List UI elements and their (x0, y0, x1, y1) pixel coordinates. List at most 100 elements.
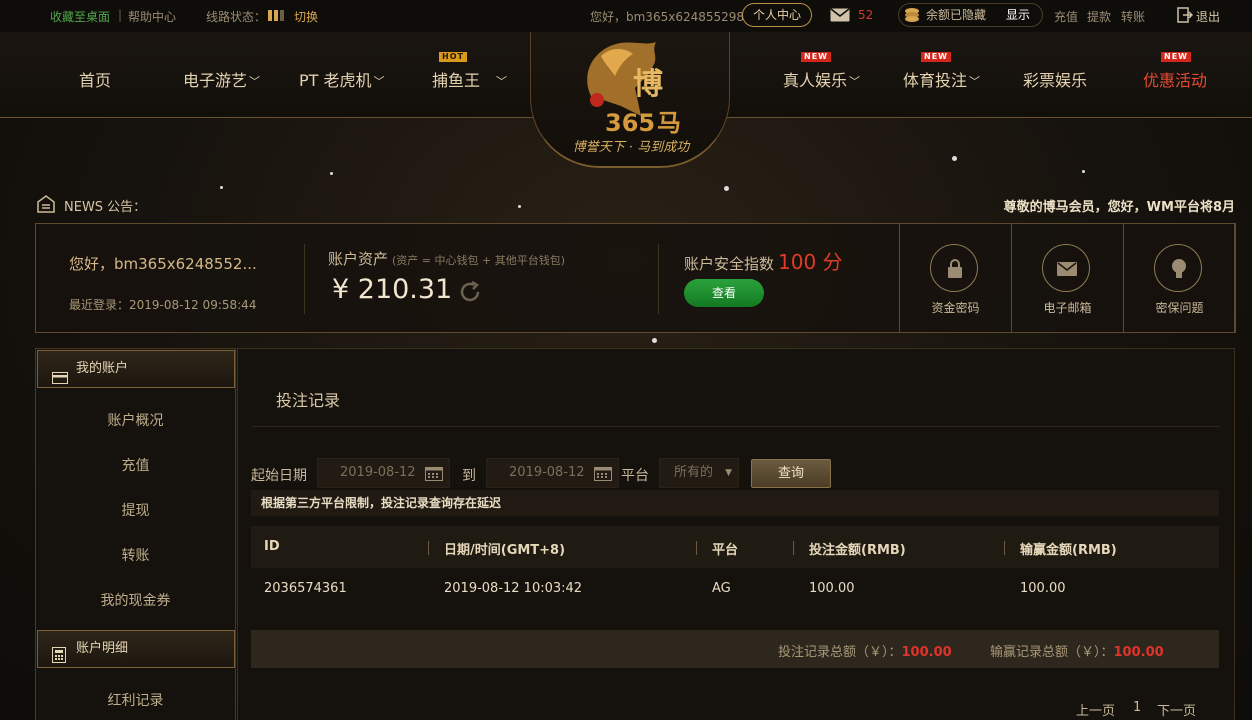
horse-logo-icon: 博 365 马 (587, 42, 681, 136)
sidebar-item-transfer[interactable]: 转账 (36, 545, 235, 565)
total-win-value: 100.00 (1113, 645, 1164, 660)
bookmark-link[interactable]: 收藏至桌面 (50, 8, 110, 25)
balance-hidden-text: 余额已隐藏 (926, 8, 987, 22)
bet-records-panel: 投注记录 起始日期 2019-08-12 到 2019-08-12 平台 所有的… (237, 348, 1235, 720)
total-bet: 投注记录总额（￥）：100.00 (778, 641, 952, 660)
security-label: 账户安全指数 (684, 255, 775, 273)
logout-icon[interactable] (1177, 7, 1194, 26)
cell-id: 2036574361 (264, 581, 347, 596)
column-divider (1004, 541, 1005, 555)
account-sidebar: 我的账户 账户概况 充值 提现 转账 我的现金券 账户明细 红利记录 (35, 348, 236, 720)
sidebar-header-label: 我的账户 (76, 361, 129, 376)
nav-promotions[interactable]: 优惠活动 (1143, 67, 1207, 91)
sparkle (652, 338, 657, 343)
announcement-icon (36, 194, 56, 218)
sidebar-item-bonus-records[interactable]: 红利记录 (36, 690, 235, 710)
nav-fishing-label: 捕鱼王 (432, 71, 481, 90)
sidebar-header-label: 账户明细 (76, 641, 129, 656)
card-icon (52, 363, 68, 399)
show-balance-button[interactable]: 显示 (1006, 4, 1030, 26)
top-bar: 收藏至桌面 | 帮助中心 线路状态： 切换 您好，bm365x624855298… (0, 0, 1252, 32)
sidebar-header-my-account[interactable]: 我的账户 (37, 350, 235, 388)
mail-icon[interactable] (830, 8, 850, 25)
sidebar-item-coupons[interactable]: 我的现金券 (36, 590, 235, 610)
nav-pt-slots[interactable]: PT 老虎机 ﹀ (299, 67, 385, 91)
table-header: ID 日期/时间(GMT+8) 平台 投注金额(RMB) 输赢金额(RMB) (251, 526, 1219, 568)
fund-password-label: 资金密码 (931, 301, 980, 315)
query-button[interactable]: 查询 (751, 459, 831, 488)
dropdown-arrow-icon: ▼ (725, 468, 732, 478)
assets-value: ¥ 210.31 (332, 274, 453, 305)
user-greeting: 您好，bm365x624855298 (590, 10, 745, 24)
column-header-bet-amount: 投注金额(RMB) (809, 543, 906, 558)
profile-button[interactable]: 个人中心 (742, 3, 812, 27)
chevron-down-icon: ﹀ (496, 75, 508, 88)
news-message[interactable]: 尊敬的博马会员，您好，WM平台将8月 (1004, 196, 1235, 215)
column-header-datetime: 日期/时间(GMT+8) (444, 543, 566, 558)
nav-fishing[interactable]: 捕鱼王 ﹀ (432, 67, 507, 91)
divider (252, 426, 1220, 427)
nav-sports[interactable]: 体育投注 ﹀ (903, 67, 980, 91)
nav-egames-label: 电子游艺 (183, 71, 248, 90)
cell-win-loss: 100.00 (1020, 581, 1066, 596)
check-security-button[interactable]: 查看 (684, 279, 764, 307)
start-date-label: 起始日期 (251, 468, 307, 484)
sidebar-item-deposit[interactable]: 充值 (36, 455, 235, 475)
page-number[interactable]: 1 (1133, 700, 1141, 715)
line-status-label: 线路状态： (206, 10, 267, 24)
top-divider: | (118, 8, 123, 22)
last-login: 最近登录：2019-08-12 09:58:44 (69, 298, 257, 312)
nav-live-casino[interactable]: 真人娱乐 ﹀ (783, 67, 860, 91)
help-link[interactable]: 帮助中心 (128, 8, 176, 25)
fund-password-card[interactable]: 资金密码 (899, 223, 1012, 333)
refresh-icon[interactable] (458, 280, 482, 304)
new-badge: NEW (1161, 52, 1191, 62)
end-date-value: 2019-08-12 (509, 465, 585, 480)
logout-link[interactable]: 退出 (1196, 8, 1220, 25)
switch-line-link[interactable]: 切换 (294, 8, 318, 25)
assets-label: 账户资产 (资产 = 中心钱包 + 其他平台钱包) (328, 248, 565, 269)
nav-home[interactable]: 首页 (79, 67, 111, 91)
mail-count: 52 (858, 8, 874, 22)
sidebar-header-account-details[interactable]: 账户明细 (37, 630, 235, 668)
divider (658, 244, 659, 314)
sparkle (330, 172, 333, 175)
site-logo[interactable]: 博 365 马 博誉天下 · 马到成功 (530, 32, 730, 168)
sparkle (724, 186, 729, 191)
sidebar-item-withdraw[interactable]: 提现 (36, 500, 235, 520)
chevron-down-icon: ﹀ (249, 75, 261, 88)
coin-icon (903, 7, 921, 30)
svg-text:博: 博 (633, 67, 663, 102)
nav-egames[interactable]: 电子游艺 ﹀ (183, 67, 260, 91)
chevron-down-icon: ﹀ (969, 75, 981, 88)
logo-slogan: 博誉天下 · 马到成功 (572, 140, 690, 155)
total-win: 输赢记录总额（￥）：100.00 (990, 641, 1164, 660)
hot-badge: HOT (439, 52, 467, 62)
next-page-button[interactable]: 下一页 (1157, 700, 1196, 719)
sidebar-item-overview[interactable]: 账户概况 (36, 410, 235, 430)
column-divider (696, 541, 697, 555)
prev-page-button[interactable]: 上一页 (1076, 700, 1115, 719)
column-divider (793, 541, 794, 555)
svg-text:马: 马 (657, 108, 681, 136)
deposit-link[interactable]: 充值 (1054, 8, 1078, 25)
nav-lottery[interactable]: 彩票娱乐 (1023, 67, 1087, 91)
end-date-input[interactable]: 2019-08-12 (486, 458, 619, 488)
email-card[interactable]: 电子邮箱 (1011, 223, 1124, 333)
new-badge: NEW (921, 52, 951, 62)
divider (304, 244, 305, 314)
envelope-icon (1042, 244, 1090, 292)
delay-notice: 根据第三方平台限制，投注记录查询存在延迟 (251, 490, 1219, 516)
security-question-card[interactable]: 密保问题 (1123, 223, 1236, 333)
transfer-link[interactable]: 转账 (1121, 8, 1145, 25)
withdraw-link[interactable]: 提款 (1087, 8, 1111, 25)
account-username: 您好，bm365x6248552... (69, 255, 257, 273)
security-score: 100 分 (778, 250, 843, 274)
column-divider (428, 541, 429, 555)
platform-select-value: 所有的 (674, 465, 714, 480)
platform-select[interactable]: 所有的 ▼ (659, 458, 739, 488)
calendar-icon (425, 467, 443, 481)
new-badge: NEW (801, 52, 831, 62)
total-bet-value: 100.00 (901, 645, 952, 660)
start-date-input[interactable]: 2019-08-12 (317, 458, 450, 488)
